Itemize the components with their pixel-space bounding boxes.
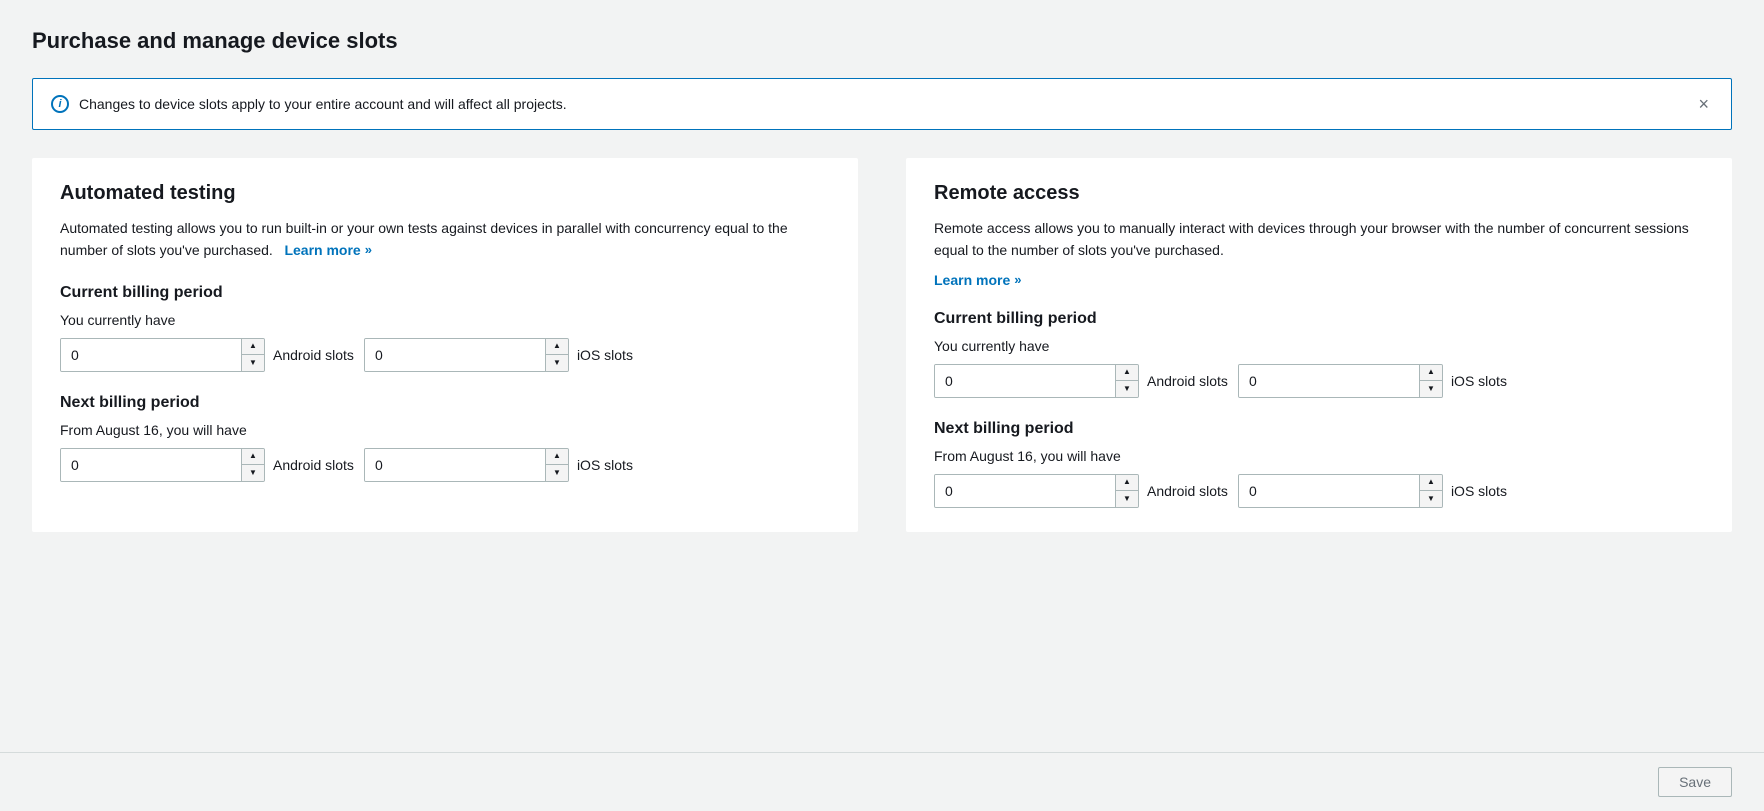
chevron-double-icon: » — [365, 240, 372, 261]
remote-access-section: Remote access Remote access allows you t… — [906, 158, 1732, 532]
remote-current-ios-group: ▲ ▼ iOS slots — [1238, 364, 1507, 398]
remote-next-ios-spinner: ▲ ▼ — [1419, 475, 1442, 507]
remote-next-ios-label: iOS slots — [1451, 483, 1507, 499]
automated-testing-section: Automated testing Automated testing allo… — [32, 158, 858, 532]
remote-current-android-spinner: ▲ ▼ — [1115, 365, 1138, 397]
remote-current-android-up[interactable]: ▲ — [1116, 365, 1138, 381]
automated-next-billing-title: Next billing period — [60, 394, 830, 412]
remote-current-android-input[interactable] — [935, 365, 1115, 397]
remote-current-billing: Current billing period You currently hav… — [934, 310, 1704, 398]
remote-next-android-label: Android slots — [1147, 483, 1228, 499]
remote-next-android-input-wrapper: ▲ ▼ — [934, 474, 1139, 508]
remote-current-ios-input[interactable] — [1239, 365, 1419, 397]
remote-current-ios-label: iOS slots — [1451, 373, 1507, 389]
remote-next-android-up[interactable]: ▲ — [1116, 475, 1138, 491]
remote-next-android-group: ▲ ▼ Android slots — [934, 474, 1228, 508]
automated-testing-description: Automated testing allows you to run buil… — [60, 217, 830, 262]
automated-current-android-input-wrapper: ▲ ▼ — [60, 338, 265, 372]
remote-current-ios-up[interactable]: ▲ — [1420, 365, 1442, 381]
automated-next-android-down[interactable]: ▼ — [242, 465, 264, 481]
info-icon: i — [51, 95, 69, 113]
automated-current-ios-group: ▲ ▼ iOS slots — [364, 338, 633, 372]
automated-current-ios-input[interactable] — [365, 339, 545, 371]
automated-current-android-group: ▲ ▼ Android slots — [60, 338, 354, 372]
remote-current-slots-row: ▲ ▼ Android slots ▲ ▼ — [934, 364, 1704, 398]
remote-current-ios-input-wrapper: ▲ ▼ — [1238, 364, 1443, 398]
remote-chevron-double-icon: » — [1014, 272, 1021, 287]
remote-current-billing-title: Current billing period — [934, 310, 1704, 328]
remote-current-android-down[interactable]: ▼ — [1116, 381, 1138, 397]
automated-next-ios-label: iOS slots — [577, 457, 633, 473]
automated-current-android-down[interactable]: ▼ — [242, 355, 264, 371]
automated-next-android-spinner: ▲ ▼ — [241, 449, 264, 481]
automated-current-billing-subtitle: You currently have — [60, 312, 830, 328]
automated-current-ios-spinner: ▲ ▼ — [545, 339, 568, 371]
automated-next-ios-up[interactable]: ▲ — [546, 449, 568, 465]
automated-current-android-up[interactable]: ▲ — [242, 339, 264, 355]
automated-next-android-input[interactable] — [61, 449, 241, 481]
automated-current-billing: Current billing period You currently hav… — [60, 284, 830, 372]
automated-testing-title: Automated testing — [60, 182, 830, 205]
info-banner-text: Changes to device slots apply to your en… — [79, 96, 567, 112]
automated-next-ios-input-wrapper: ▲ ▼ — [364, 448, 569, 482]
automated-current-android-label: Android slots — [273, 347, 354, 363]
remote-current-android-label: Android slots — [1147, 373, 1228, 389]
remote-current-android-group: ▲ ▼ Android slots — [934, 364, 1228, 398]
remote-next-android-down[interactable]: ▼ — [1116, 491, 1138, 507]
page-title: Purchase and manage device slots — [32, 28, 1732, 54]
automated-current-ios-input-wrapper: ▲ ▼ — [364, 338, 569, 372]
info-banner-left: i Changes to device slots apply to your … — [51, 95, 567, 113]
remote-next-ios-down[interactable]: ▼ — [1420, 491, 1442, 507]
automated-current-ios-label: iOS slots — [577, 347, 633, 363]
automated-next-billing-subtitle: From August 16, you will have — [60, 422, 830, 438]
footer-bar: Save — [0, 752, 1764, 811]
remote-next-ios-up[interactable]: ▲ — [1420, 475, 1442, 491]
automated-next-android-label: Android slots — [273, 457, 354, 473]
save-button[interactable]: Save — [1658, 767, 1732, 797]
remote-access-description: Remote access allows you to manually int… — [934, 217, 1704, 262]
automated-current-slots-row: ▲ ▼ Android slots ▲ ▼ — [60, 338, 830, 372]
automated-next-android-up[interactable]: ▲ — [242, 449, 264, 465]
remote-next-android-spinner: ▲ ▼ — [1115, 475, 1138, 507]
automated-next-ios-input[interactable] — [365, 449, 545, 481]
automated-next-android-input-wrapper: ▲ ▼ — [60, 448, 265, 482]
remote-next-billing-title: Next billing period — [934, 420, 1704, 438]
remote-next-android-input[interactable] — [935, 475, 1115, 507]
remote-current-billing-subtitle: You currently have — [934, 338, 1704, 354]
remote-desc-block: Remote access allows you to manually int… — [934, 217, 1704, 288]
automated-next-billing: Next billing period From August 16, you … — [60, 394, 830, 482]
automated-next-ios-down[interactable]: ▼ — [546, 465, 568, 481]
remote-access-title: Remote access — [934, 182, 1704, 205]
remote-next-ios-group: ▲ ▼ iOS slots — [1238, 474, 1507, 508]
automated-current-android-spinner: ▲ ▼ — [241, 339, 264, 371]
remote-current-android-input-wrapper: ▲ ▼ — [934, 364, 1139, 398]
automated-current-android-input[interactable] — [61, 339, 241, 371]
automated-learn-more-link[interactable]: Learn more » — [284, 239, 371, 261]
automated-current-ios-up[interactable]: ▲ — [546, 339, 568, 355]
automated-next-ios-spinner: ▲ ▼ — [545, 449, 568, 481]
automated-current-billing-title: Current billing period — [60, 284, 830, 302]
info-banner: i Changes to device slots apply to your … — [32, 78, 1732, 130]
automated-next-slots-row: ▲ ▼ Android slots ▲ ▼ — [60, 448, 830, 482]
automated-next-android-group: ▲ ▼ Android slots — [60, 448, 354, 482]
close-banner-button[interactable]: × — [1694, 93, 1713, 115]
remote-next-ios-input[interactable] — [1239, 475, 1419, 507]
two-column-layout: Automated testing Automated testing allo… — [32, 158, 1732, 532]
remote-next-ios-input-wrapper: ▲ ▼ — [1238, 474, 1443, 508]
remote-next-billing-subtitle: From August 16, you will have — [934, 448, 1704, 464]
remote-next-slots-row: ▲ ▼ Android slots ▲ ▼ — [934, 474, 1704, 508]
remote-next-billing: Next billing period From August 16, you … — [934, 420, 1704, 508]
remote-current-ios-down[interactable]: ▼ — [1420, 381, 1442, 397]
remote-learn-more-link[interactable]: Learn more » — [934, 272, 1704, 288]
remote-current-ios-spinner: ▲ ▼ — [1419, 365, 1442, 397]
automated-next-ios-group: ▲ ▼ iOS slots — [364, 448, 633, 482]
automated-current-ios-down[interactable]: ▼ — [546, 355, 568, 371]
